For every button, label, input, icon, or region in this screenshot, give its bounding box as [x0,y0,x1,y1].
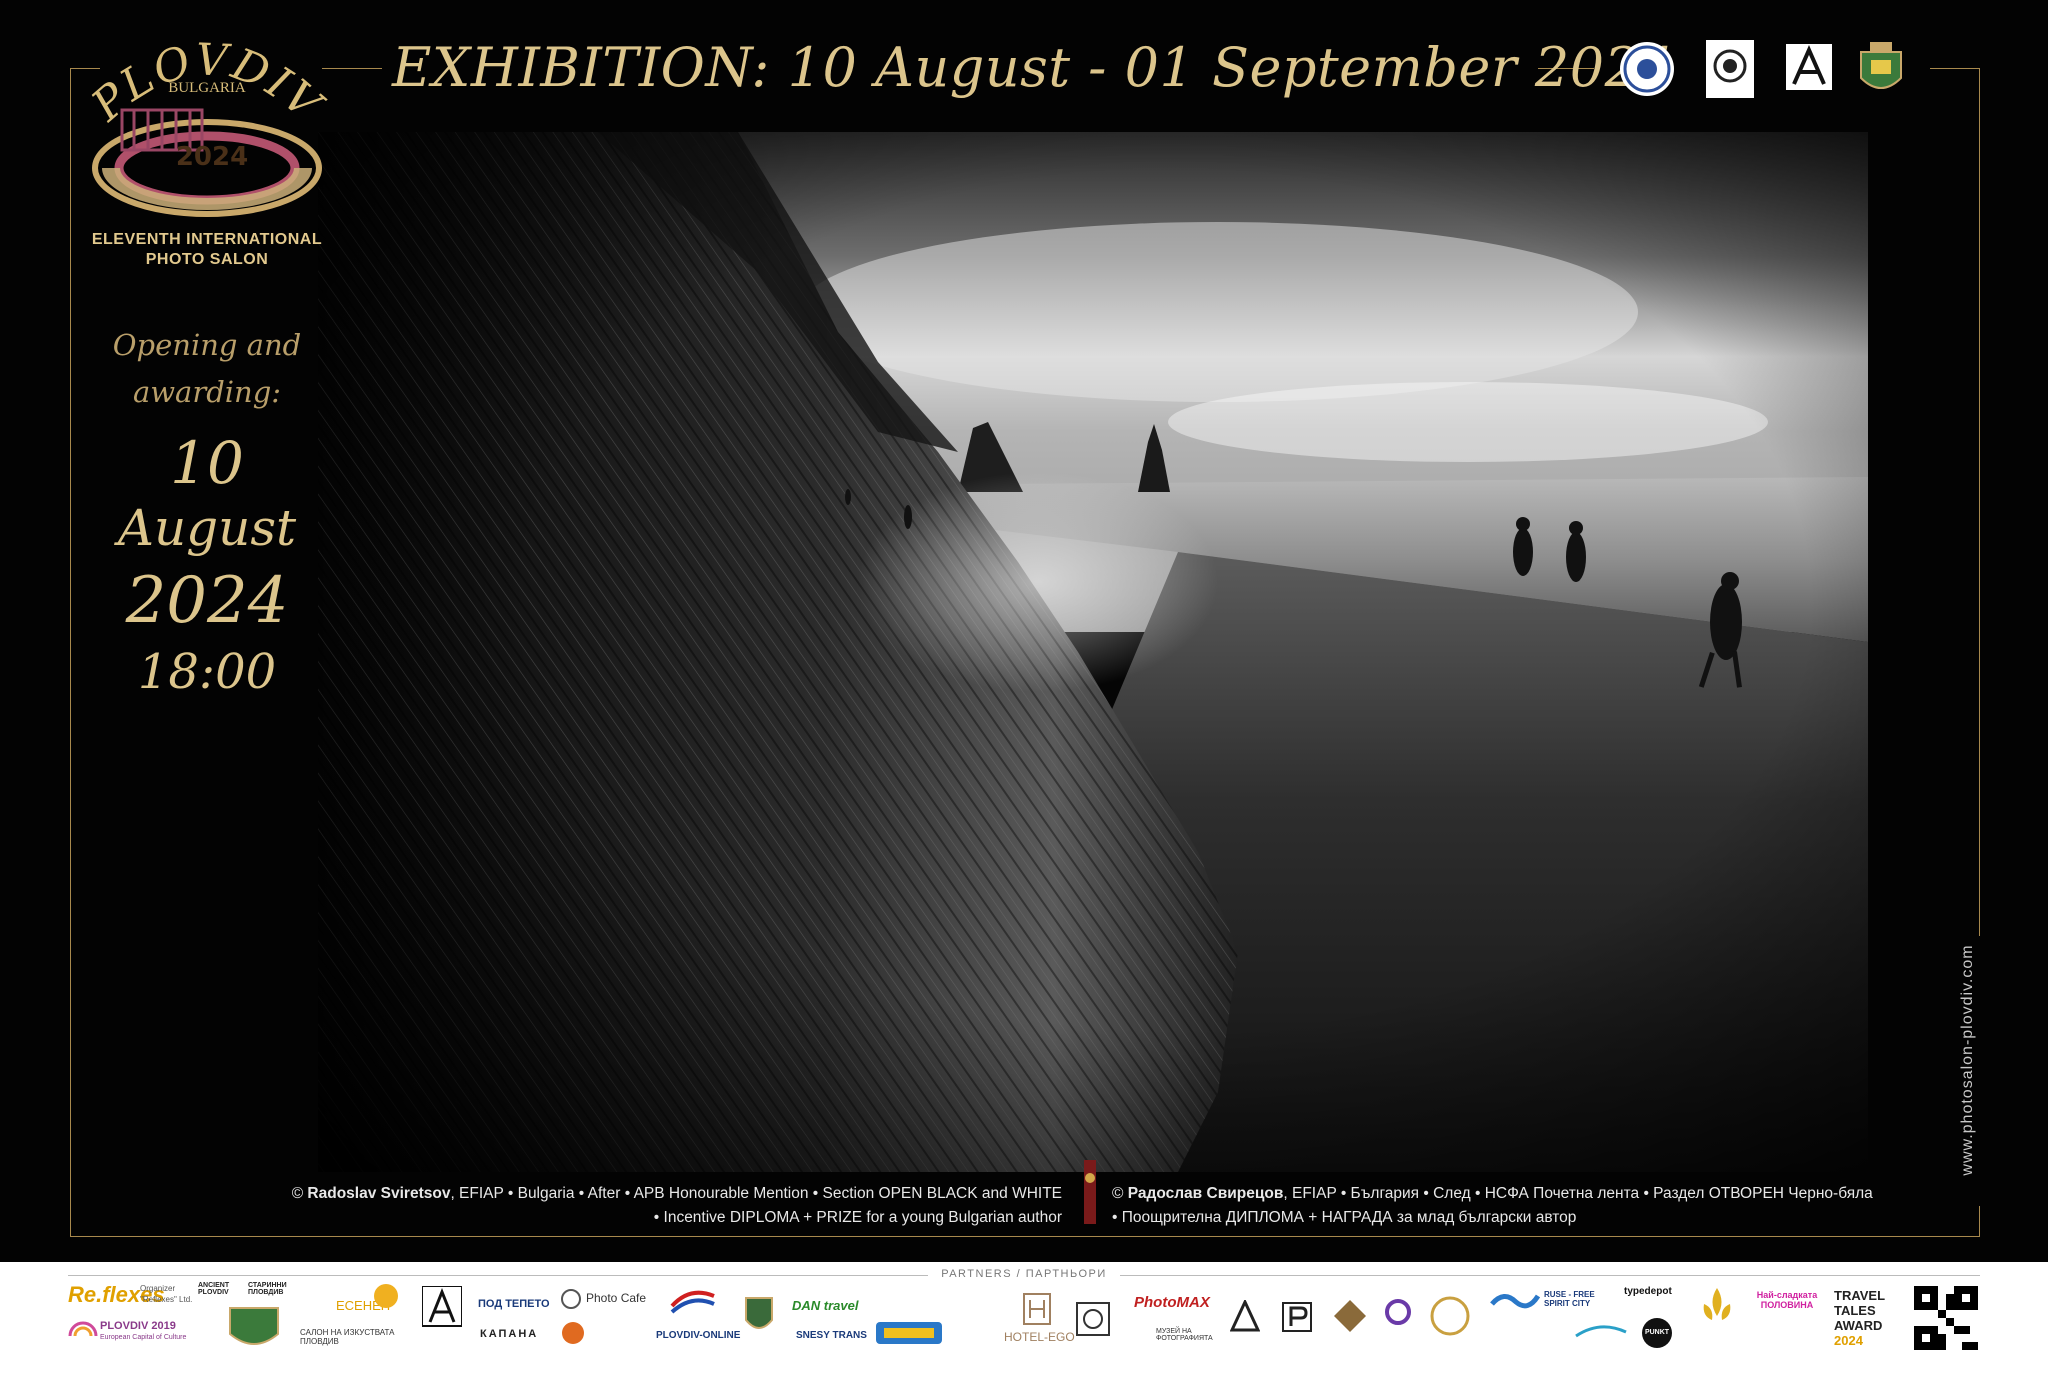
author-name: Radoslav Sviretsov [307,1185,451,1202]
printing-icon [1282,1302,1312,1332]
academy-icon [422,1286,462,1327]
author-name-bg: Радослав Свирецов [1127,1185,1284,1202]
poster: PLOVDIV BULGARIA 2024 ELEVENTH INTERNATI… [0,0,2048,1262]
ring-icon [1385,1299,1411,1325]
qr-code-icon[interactable] [1914,1286,1978,1350]
amphitheatre-icon: PLOVDIV BULGARIA 2024 [82,34,331,217]
swoosh-icon [670,1290,715,1314]
partner-dan-travel: DAN travel [792,1298,859,1313]
website-link[interactable]: www.photosalon-plovdiv.com [1959,944,1977,1175]
partner-punkt: PUNKT [1642,1318,1672,1348]
exhibition-dates: EXHIBITION: 10 August - 01 September 202… [392,36,1675,99]
logo-year: 2024 [176,142,248,172]
partner-plovdiv2019-sub: European Capital of Culture [100,1334,187,1341]
triangle-icon [1230,1300,1260,1332]
swoosh-icon-2 [1575,1325,1627,1338]
partner-pod-tepeto: ПОД ТЕПЕТО [478,1298,550,1310]
frame-line [1930,68,1980,69]
wave-icon [1490,1294,1540,1309]
society-seal-icon [1620,42,1674,96]
partner-plovdiv2019: PLOVDIV 2019 [100,1320,176,1332]
partner-stinni: СТАРИННИ ПЛОВДИВ [248,1282,287,1296]
camera-lens-icon [561,1289,581,1309]
salon-logo: PLOVDIV BULGARIA 2024 ELEVENTH INTERNATI… [82,30,332,268]
travel-word: TRAVEL [1834,1288,1886,1303]
partner-kapana: КАПАНА [480,1328,539,1340]
credit-english: © Radoslav Sviretsov, EFIAP • Bulgaria •… [250,1182,1062,1230]
diamond-icon [1334,1300,1366,1332]
opening-panel: Opening and awarding: 10 August 2024 18:… [82,322,332,700]
shield-icon [745,1297,773,1329]
frame-line [70,1236,1980,1237]
credit-line1: , EFIAP • Bulgaria • After • APB Honoura… [450,1185,1062,1202]
opening-time: 18:00 [137,644,277,700]
partners-label: PARTNERS / ПАРТНЬОРИ [941,1268,1107,1280]
copyright-symbol: © [291,1185,304,1202]
round-seal-icon [1430,1296,1470,1336]
opening-month: August [117,499,297,557]
opening-day: 10 [170,429,244,497]
logo-country: BULGARIA [168,80,246,96]
partner-plovdiv-online: PLOVDIV-ONLINE [656,1330,741,1341]
credit-bg-line2: • Поощрителна ДИПЛОМА + НАГРАДА за млад … [1112,1209,1577,1226]
award-year: 2024 [1834,1333,1863,1348]
salon-title: ELEVENTH INTERNATIONAL PHOTO SALON [82,230,332,270]
hotel-monogram-icon [1023,1293,1051,1325]
sun-icon [374,1284,398,1308]
partner-ruse: RUSE - FREE SPIRIT CITY [1544,1290,1595,1308]
photo-club-icon [1706,40,1754,98]
award-ribbon-icon [1084,1160,1096,1224]
partner-photomax: PhotoMAX [1134,1294,1210,1311]
salon-title-line2: PHOTO SALON [145,251,269,268]
landscape-photo [318,132,1868,1172]
credit-bg-line1: , EFIAP • България • След • НСФА Почетна… [1283,1185,1873,1202]
partner-organizer: Organizer [140,1284,176,1293]
partner-typedepot: typedepot [1624,1286,1672,1297]
city-crest-icon [1860,42,1902,89]
partner-hotel-ego: HOTEL-EGO [1004,1330,1075,1344]
film-reel-icon [1076,1302,1110,1336]
opening-label-line2: awarding: [132,375,282,409]
partner-snesy: SNESY TRANS [796,1330,867,1341]
partner-ancient-plovdiv: ANCIENT PLOVDIV [198,1282,230,1296]
credit-line2: • Incentive DIPLOMA + PRIZE for a young … [653,1209,1062,1226]
partner-travel-tales: TRAVEL TALES AWARD 2024 [1834,1288,1885,1348]
partner-muzei: МУЗЕЙ НА ФОТОГРАФИЯТА [1156,1328,1213,1342]
partner-photo-cafe: Photo Cafe [586,1291,647,1305]
partner-naisladkata: Най-сладката ПОЛОВИНА [1756,1290,1818,1310]
frame-line [1979,68,1980,936]
award-word: AWARD [1834,1318,1883,1333]
copyright-symbol-bg: © [1112,1185,1124,1202]
opening-year: 2024 [125,564,289,638]
partner-esenen-sub: САЛОН НА ИЗКУСТВАТА ПЛОВДИВ [300,1328,395,1346]
academy-icon [1786,44,1832,90]
rainbow-icon [68,1321,98,1336]
fleur-de-lis-icon [1703,1288,1731,1320]
banner-icon [876,1322,942,1344]
tales-word: TALES [1834,1303,1876,1318]
frame-line [70,68,71,1236]
municipality-crest-icon [229,1307,279,1345]
credit-bulgarian: © Радослав Свирецов, EFIAP • България • … [1112,1182,1942,1230]
opening-label-line1: Opening and [112,328,302,362]
badge-icon [562,1322,584,1344]
frame-line [1979,1206,1980,1236]
salon-title-line1: ELEVENTH INTERNATIONAL [91,231,323,248]
partner-organizer-sub: "Reflexes" Ltd. [140,1295,193,1304]
